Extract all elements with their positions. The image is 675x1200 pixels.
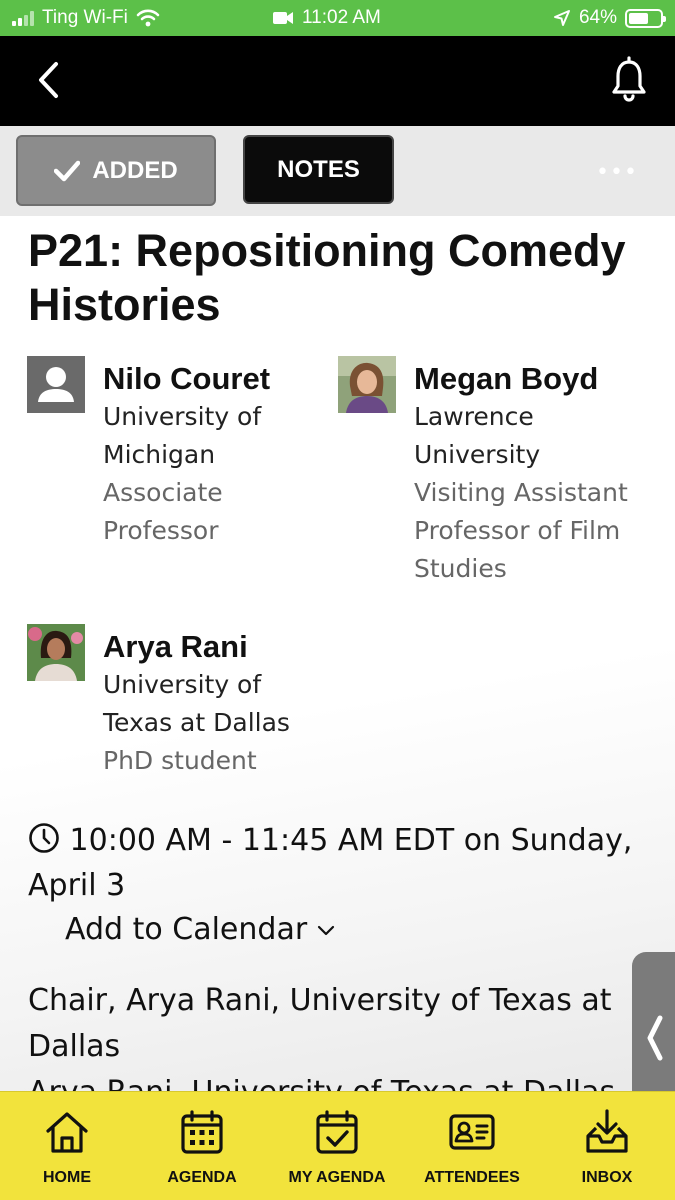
clock-icon: [29, 823, 59, 853]
tab-inbox[interactable]: INBOX: [542, 1108, 672, 1187]
tab-home[interactable]: HOME: [2, 1108, 132, 1187]
tab-label: AGENDA: [167, 1169, 237, 1186]
speaker-name: Nilo Couret: [103, 361, 271, 396]
added-button[interactable]: ADDED: [16, 135, 216, 206]
session-detail: P21: Repositioning Comedy Histories Nilo…: [0, 216, 675, 1091]
chevron-left-icon: [647, 1015, 663, 1061]
avatar-photo: [338, 356, 396, 413]
video-camera-icon: [273, 12, 293, 24]
session-time-text: 10:00 AM - 11:45 AM EDT on Sunday, April…: [28, 823, 633, 903]
action-bar: ADDED NOTES •••: [0, 126, 675, 216]
speaker-org: University of Texas at Dallas: [103, 670, 290, 737]
clock-label: 11:02 AM: [302, 7, 381, 28]
calendar-check-icon: [316, 1110, 358, 1154]
home-icon: [46, 1112, 88, 1153]
notes-label: NOTES: [277, 155, 360, 183]
tab-label: MY AGENDA: [288, 1169, 386, 1186]
speaker-org: University of Michigan: [103, 402, 262, 469]
id-card-icon: [449, 1114, 495, 1150]
battery-percent: 64%: [578, 7, 617, 28]
notes-button[interactable]: NOTES: [243, 135, 394, 204]
bell-icon[interactable]: [609, 56, 649, 104]
tab-agenda[interactable]: AGENDA: [137, 1108, 267, 1187]
speaker-info: Arya Rani University of Texas at Dallas …: [103, 628, 333, 780]
status-center: 11:02 AM: [272, 7, 381, 29]
status-right: 64%: [553, 7, 666, 29]
speaker-role: Associate Professor: [103, 478, 223, 545]
session-description: Chair, Arya Rani, University of Texas at…: [28, 978, 668, 1091]
tab-attendees[interactable]: ATTENDEES: [407, 1108, 537, 1187]
more-options-icon[interactable]: •••: [596, 160, 637, 185]
session-title: P21: Repositioning Comedy Histories: [28, 225, 626, 330]
calendar-grid-icon: [181, 1110, 223, 1154]
session-time: 10:00 AM - 11:45 AM EDT on Sunday, April…: [28, 818, 658, 908]
speaker-info: Nilo Couret University of Michigan Assoc…: [103, 360, 333, 550]
chevron-down-icon: [318, 925, 335, 936]
speaker-role: PhD student: [103, 746, 257, 775]
description-line: Chair, Arya Rani, University of Texas at…: [28, 983, 612, 1064]
status-left: Ting Wi-Fi: [12, 7, 160, 29]
added-label: ADDED: [92, 156, 178, 184]
cell-signal-icon: [12, 10, 34, 26]
location-arrow-icon: [553, 10, 570, 26]
wifi-icon: [136, 9, 160, 27]
add-to-calendar-label: Add to Calendar: [65, 912, 308, 947]
speaker-name: Arya Rani: [103, 629, 248, 664]
avatar-photo: [27, 624, 85, 681]
checkmark-icon: [54, 160, 81, 181]
tab-label: HOME: [43, 1169, 91, 1186]
battery-icon: [625, 8, 666, 28]
description-line: Arya Rani, University of Texas at Dallas: [28, 1070, 668, 1091]
speaker-org: Lawrence University: [414, 402, 541, 469]
tab-my-agenda[interactable]: MY AGENDA: [272, 1108, 402, 1187]
bottom-tab-bar: HOME AGENDA MY AGENDA ATTENDEES INBOX: [0, 1091, 675, 1200]
speaker-name: Megan Boyd: [414, 361, 599, 396]
inbox-download-icon: [586, 1109, 628, 1153]
tab-label: INBOX: [581, 1169, 633, 1186]
avatar-placeholder: [27, 356, 85, 413]
add-to-calendar-button[interactable]: Add to Calendar: [65, 908, 335, 952]
speaker-info: Megan Boyd Lawrence University Visiting …: [414, 360, 644, 588]
tab-label: ATTENDEES: [424, 1169, 520, 1186]
status-bar: Ting Wi-Fi 11:02 AM 64%: [0, 0, 675, 36]
back-chevron-icon[interactable]: [30, 58, 70, 102]
carrier-label: Ting Wi-Fi: [42, 7, 128, 28]
nav-bar: [0, 36, 675, 126]
speaker-role: Visiting Assistant Professor of Film Stu…: [414, 478, 628, 583]
